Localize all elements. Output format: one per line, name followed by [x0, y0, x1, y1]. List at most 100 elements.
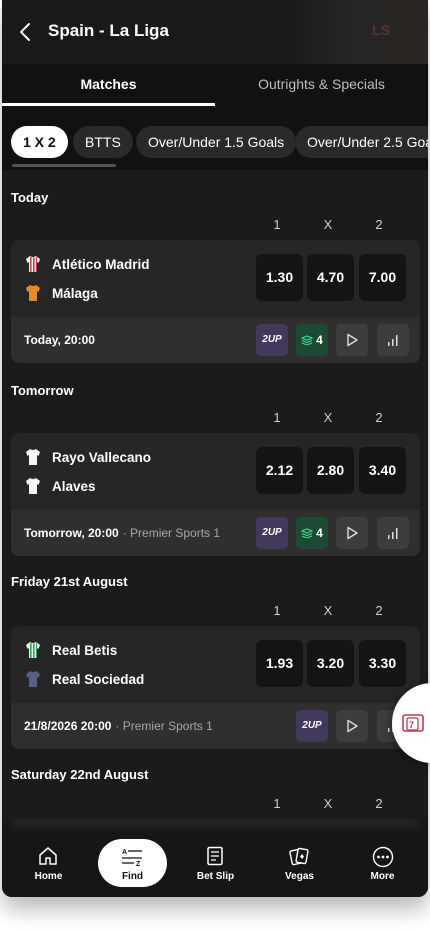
odds-home-button[interactable]: 2.12 — [256, 447, 303, 494]
filter-chip-over-under-2-5[interactable]: Over/Under 2.5 Goals — [295, 126, 428, 158]
away-team-name: Alaves — [52, 478, 96, 494]
odds-draw-button[interactable]: 3.20 — [307, 640, 354, 687]
odds-away-button[interactable]: 3.40 — [359, 447, 406, 494]
home-team-name: Real Betis — [52, 642, 118, 658]
back-arrow-icon[interactable] — [16, 20, 36, 44]
play-icon — [347, 719, 358, 733]
live-stream-button[interactable] — [336, 324, 368, 356]
section-title: Friday 21st August — [11, 574, 128, 589]
home-team-name: Rayo Vallecano — [52, 449, 152, 465]
filter-chip-over-under-1-5[interactable]: Over/Under 1.5 Goals — [136, 126, 297, 158]
sort-az-icon: A Z — [122, 849, 142, 867]
cards-icon — [289, 847, 309, 866]
away-team: Málaga — [25, 283, 98, 303]
away-team: Alaves — [25, 476, 96, 496]
tv-channel: · Premier Sports 1 — [115, 719, 213, 733]
bet-builder-badge[interactable]: 4 — [296, 517, 328, 549]
filter-scroll-indicator — [12, 164, 116, 167]
match-time: 21/8/2026 20:00 · Premier Sports 1 — [24, 719, 213, 733]
column-header-home: 1 — [273, 603, 281, 618]
page-header: LS Spain - La Liga — [2, 0, 428, 64]
match-card-footer: 21/8/2026 20:00 · Premier Sports 1 2UP — [11, 703, 420, 749]
match-card-footer: Tomorrow, 20:00 · Premier Sports 1 2UP 4 — [11, 510, 420, 556]
match-card[interactable]: Rayo Vallecano Alaves 2.12 2.80 3.40 Tom… — [11, 433, 420, 556]
home-team: Rayo Vallecano — [25, 447, 151, 467]
striped-green-shirt-icon — [26, 642, 40, 658]
betslip-icon — [207, 846, 223, 866]
tab-matches[interactable]: Matches — [2, 76, 215, 92]
svg-text:A: A — [122, 849, 127, 856]
home-team: Atlético Madrid — [25, 254, 150, 274]
match-card[interactable]: Atlético Madrid Málaga 1.30 4.70 7.00 To… — [11, 240, 420, 363]
bet-builder-badge[interactable]: 4 — [296, 324, 328, 356]
odds-home-button[interactable]: 1.93 — [256, 640, 303, 687]
more-dots-icon — [372, 846, 394, 868]
betslip-cards-icon: 7 — [402, 714, 424, 732]
column-header-away: 2 — [375, 603, 383, 618]
filter-chip-btts[interactable]: BTTS — [73, 126, 133, 158]
odds-home-button[interactable]: 1.30 — [256, 254, 303, 301]
odds-away-button[interactable]: 7.00 — [359, 254, 406, 301]
white-shirt-icon — [26, 449, 40, 465]
match-time: Today, 20:00 — [24, 333, 95, 347]
page-title: Spain - La Liga — [48, 21, 169, 40]
tab-bar: Matches Outrights & Specials — [2, 64, 428, 106]
nav-more[interactable]: More — [340, 834, 425, 897]
striped-red-shirt-icon — [26, 256, 40, 272]
section-title: Tomorrow — [11, 383, 74, 398]
column-header-away: 2 — [375, 217, 383, 232]
odds-draw-button[interactable]: 2.80 — [307, 447, 354, 494]
home-icon — [39, 847, 57, 865]
match-card-footer: Today, 20:00 2UP 4 — [11, 317, 420, 363]
svg-text:7: 7 — [409, 720, 414, 730]
stack-icon — [301, 528, 314, 538]
orange-shirt-icon — [26, 285, 40, 301]
home-team-name: Atlético Madrid — [52, 256, 150, 272]
stats-bars-icon — [388, 528, 398, 539]
white-shirt-icon — [26, 478, 40, 494]
column-header-draw: X — [323, 796, 333, 811]
navy-shirt-icon — [26, 671, 40, 687]
live-stream-button[interactable] — [336, 517, 368, 549]
column-header-draw: X — [323, 217, 333, 232]
nav-vegas[interactable]: Vegas — [257, 834, 342, 897]
nav-find[interactable]: A Z Find — [98, 839, 167, 887]
section-title: Saturday 22nd August — [11, 767, 149, 782]
column-header-away: 2 — [375, 410, 383, 425]
play-icon — [347, 526, 358, 540]
column-header-home: 1 — [273, 217, 281, 232]
tv-channel: · Premier Sports 1 — [122, 526, 221, 540]
stack-icon — [301, 335, 314, 345]
nav-bet-slip[interactable]: Bet Slip — [173, 834, 258, 897]
away-team-name: Real Sociedad — [52, 671, 145, 687]
bottom-navigation: Home A Z Find Bet Slip Vegas More — [2, 834, 428, 897]
app-screen: LS Spain - La Liga Matches Outrights & S… — [2, 0, 428, 897]
home-team: Real Betis — [25, 640, 117, 660]
market-filter-bar: 1 X 2 BTTS Over/Under 1.5 Goals Over/Und… — [2, 106, 428, 170]
2up-badge[interactable]: 2UP — [296, 710, 328, 742]
tab-outrights-specials[interactable]: Outrights & Specials — [215, 76, 428, 92]
live-stream-button[interactable] — [336, 710, 368, 742]
nav-more-label: More — [370, 871, 395, 882]
column-header-home: 1 — [273, 796, 281, 811]
filter-chip-1x2[interactable]: 1 X 2 — [11, 126, 68, 158]
match-time: Tomorrow, 20:00 · Premier Sports 1 — [24, 526, 221, 540]
stats-button[interactable] — [377, 517, 409, 549]
stats-button[interactable] — [377, 324, 409, 356]
nav-home[interactable]: Home — [6, 834, 91, 897]
nav-home-label: Home — [34, 871, 63, 882]
column-header-draw: X — [323, 603, 333, 618]
stats-bars-icon — [388, 335, 398, 346]
play-icon — [347, 333, 358, 347]
2up-badge[interactable]: 2UP — [256, 324, 288, 356]
odds-draw-button[interactable]: 4.70 — [307, 254, 354, 301]
match-card[interactable]: Real Betis Real Sociedad 1.93 3.20 3.30 … — [11, 626, 420, 749]
column-header-draw: X — [323, 410, 333, 425]
2up-badge[interactable]: 2UP — [256, 517, 288, 549]
svg-text:Z: Z — [136, 861, 141, 867]
odds-away-button[interactable]: 3.30 — [359, 640, 406, 687]
column-header-home: 1 — [273, 410, 281, 425]
column-header-away: 2 — [375, 796, 383, 811]
header-banner-text: LS — [372, 22, 390, 38]
away-team: Real Sociedad — [25, 669, 144, 689]
